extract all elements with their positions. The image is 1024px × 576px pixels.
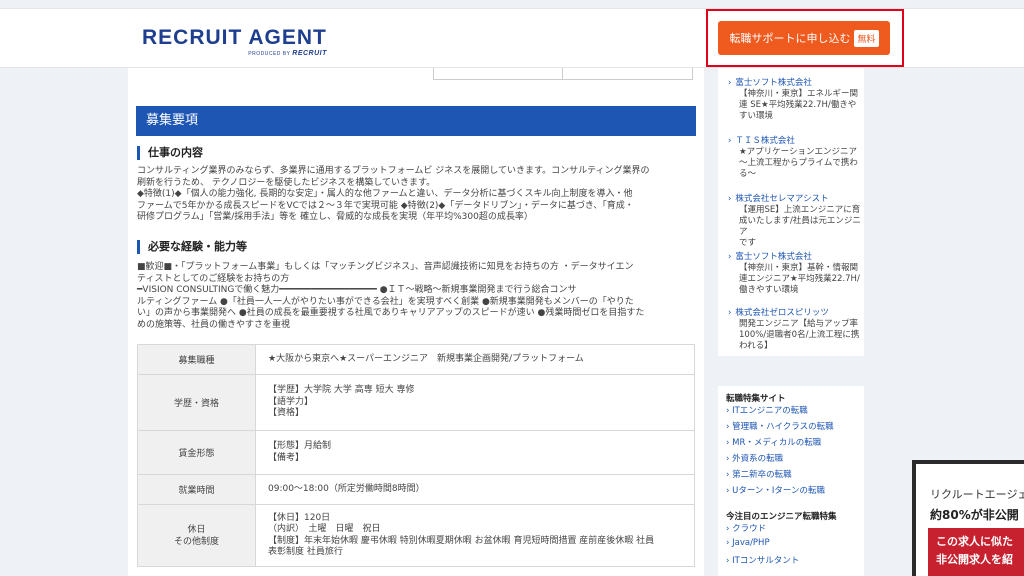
related-jobs-panel: › 富士ソフト株式会社 【神奈川・東京】エネルギー関 連 SE★平均残業22.7H… bbox=[718, 68, 864, 356]
chevron-right-icon: › bbox=[728, 136, 732, 146]
ad-line2: 約80%が非公開 bbox=[930, 508, 1019, 522]
chevron-right-icon: › bbox=[728, 252, 732, 262]
row-label: 賃金形態 bbox=[137, 430, 256, 475]
job-desc: ★アプリケーションエンジニア ～上流工程からプライムで携わ る～ bbox=[739, 147, 858, 179]
feature-link[interactable]: › ITエンジニアの転職 bbox=[726, 404, 808, 416]
logo-wordmark: RECRUIT AGENT bbox=[142, 26, 327, 49]
job-content-text: コンサルティング業界のみならず、多業界に通用するプラットフォームビ ジネスを展開… bbox=[137, 166, 650, 222]
feature-link[interactable]: › MR・メディカルの転職 bbox=[726, 436, 821, 448]
company-link[interactable]: 株式会社セレマアシスト bbox=[735, 194, 828, 205]
job-desc: 【神奈川・東京】基幹・情報関 連エンジニア★平均残業22.7H/ 働きやすい環境 bbox=[739, 263, 860, 295]
table-row: 就業時間 09:00～18:00（所定労働時間8時間） bbox=[137, 474, 695, 505]
table-row: 学歴・資格 【学歴】大学院 大学 高専 短大 専修 【語学力】 【資格】 bbox=[137, 374, 695, 431]
list-item[interactable]: › 株式会社ゼロスピリッツ 開発エンジニア【給与アップ率 100%/退職者0名/上… bbox=[728, 308, 868, 352]
row-label: 休日 その他制度 bbox=[137, 504, 256, 567]
ad-line1: リクルートエージェ bbox=[930, 488, 1024, 501]
row-value: 【形態】月給制 【備考】 bbox=[255, 430, 695, 475]
chevron-right-icon: › bbox=[728, 78, 732, 88]
apply-support-button[interactable]: 転職サポートに申し込む 無料 bbox=[718, 21, 890, 55]
list-item[interactable]: › 株式会社セレマアシスト 【運用SE】上流エンジニアに育 成いたします/社員は元… bbox=[728, 194, 868, 249]
ad-cta-line1: この求人に似た bbox=[936, 535, 1013, 548]
engineer-feature-link[interactable]: › Java/PHP bbox=[726, 538, 770, 548]
engineer-feature-link[interactable]: › ITコンサルタント bbox=[726, 554, 799, 566]
chevron-right-icon: › bbox=[728, 308, 732, 318]
job-content-heading: 仕事の内容 bbox=[137, 146, 203, 160]
feature-link[interactable]: › 管理職・ハイクラスの転職 bbox=[726, 420, 834, 432]
feature-link[interactable]: › Uターン・Iターンの転職 bbox=[726, 484, 825, 496]
feature-sites-title: 転職特集サイト bbox=[726, 394, 786, 404]
top-tab-strip bbox=[433, 68, 693, 80]
logo-produced-by: PRODUCED BY RECRUIT bbox=[248, 50, 327, 57]
chevron-right-icon: › bbox=[728, 194, 732, 204]
table-row: 募集職種 ★大阪から東京へ★スーパーエンジニア 新規事業企画開発/プラットフォー… bbox=[137, 344, 695, 375]
cta-highlight-frame: 転職サポートに申し込む 無料 bbox=[706, 9, 904, 67]
list-item[interactable]: › 富士ソフト株式会社 【神奈川・東京】エネルギー関 連 SE★平均残業22.7H… bbox=[728, 78, 868, 122]
company-link[interactable]: ＴＩＳ株式会社 bbox=[735, 136, 795, 147]
row-label: 就業時間 bbox=[137, 474, 256, 505]
skills-heading: 必要な経験・能力等 bbox=[137, 240, 247, 254]
ad-cta-line2: 非公開求人を紹 bbox=[936, 553, 1013, 566]
engineer-feature-link[interactable]: › クラウド bbox=[726, 522, 766, 534]
job-desc: 【神奈川・東京】エネルギー関 連 SE★平均残業22.7H/働きや すい環境 bbox=[739, 89, 859, 121]
company-link[interactable]: 株式会社ゼロスピリッツ bbox=[735, 308, 829, 319]
job-info-table: 募集職種 ★大阪から東京へ★スーパーエンジニア 新規事業企画開発/プラットフォー… bbox=[137, 344, 695, 567]
job-desc: 開発エンジニア【給与アップ率 100%/退職者0名/上流工程に携 われる】 bbox=[739, 319, 860, 351]
feature-sites-panel: 転職特集サイト › ITエンジニアの転職 › 管理職・ハイクラスの転職 › MR… bbox=[718, 386, 864, 576]
site-header: RECRUIT AGENT PRODUCED BY RECRUIT 転職サポート… bbox=[0, 8, 1024, 68]
free-badge: 無料 bbox=[854, 29, 879, 47]
company-link[interactable]: 富士ソフト株式会社 bbox=[735, 252, 812, 263]
ad-cta-box[interactable]: この求人に似た 非公開求人を紹 bbox=[928, 528, 1024, 576]
row-label: 学歴・資格 bbox=[137, 374, 256, 431]
feature-link[interactable]: › 外資系の転職 bbox=[726, 452, 783, 464]
job-detail-panel: 募集要項 仕事の内容 コンサルティング業界のみならず、多業界に通用するプラットフ… bbox=[128, 68, 704, 576]
job-desc: 【運用SE】上流エンジニアに育 成いたします/社員は元エンジニア です bbox=[739, 205, 861, 248]
company-link[interactable]: 富士ソフト株式会社 bbox=[735, 78, 812, 89]
row-value: 09:00～18:00（所定労働時間8時間） bbox=[255, 474, 695, 505]
row-label: 募集職種 bbox=[137, 344, 256, 375]
floating-ad-banner[interactable]: リクルートエージェ 約80%が非公開 この求人に似た 非公開求人を紹 bbox=[912, 460, 1024, 576]
section-title: 募集要項 bbox=[136, 106, 696, 136]
row-value: ★大阪から東京へ★スーパーエンジニア 新規事業企画開発/プラットフォーム bbox=[255, 344, 695, 375]
list-item[interactable]: › 富士ソフト株式会社 【神奈川・東京】基幹・情報関 連エンジニア★平均残業22.… bbox=[728, 252, 868, 296]
row-value: 【学歴】大学院 大学 高専 短大 専修 【語学力】 【資格】 bbox=[255, 374, 695, 431]
engineer-features-title: 今注目のエンジニア転職特集 bbox=[726, 512, 837, 522]
feature-link[interactable]: › 第二新卒の転職 bbox=[726, 468, 792, 480]
apply-support-label: 転職サポートに申し込む bbox=[729, 32, 851, 45]
skills-text: ■歓迎■・「プラットフォーム事業」もしくは「マッチングビジネス」、音声認識技術に… bbox=[137, 262, 645, 330]
list-item[interactable]: › ＴＩＳ株式会社 ★アプリケーションエンジニア ～上流工程からプライムで携わ る… bbox=[728, 136, 868, 180]
table-row: 賃金形態 【形態】月給制 【備考】 bbox=[137, 430, 695, 475]
row-value: 【休日】120日 （内訳） 土曜 日曜 祝日 【制度】年末年始休暇 慶弔休暇 特… bbox=[255, 504, 695, 567]
table-row: 休日 その他制度 【休日】120日 （内訳） 土曜 日曜 祝日 【制度】年末年始… bbox=[137, 504, 695, 567]
recruit-agent-logo[interactable]: RECRUIT AGENT PRODUCED BY RECRUIT bbox=[142, 26, 327, 58]
